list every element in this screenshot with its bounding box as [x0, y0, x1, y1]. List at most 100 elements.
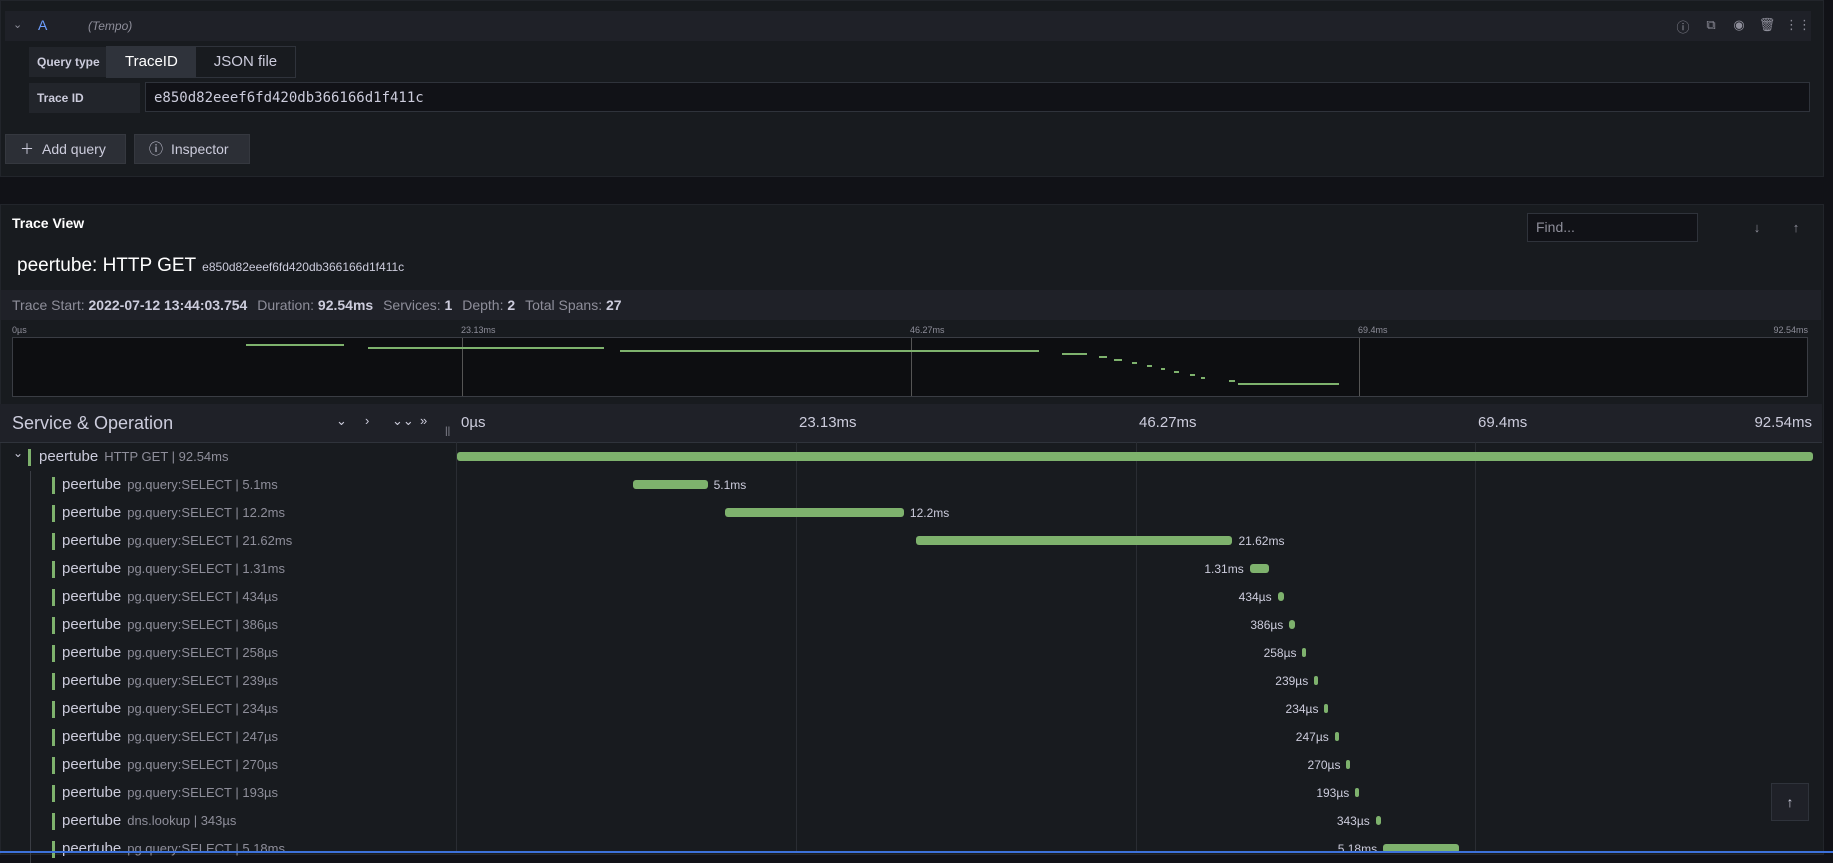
span-label[interactable]: peertube pg.query:SELECT | 247µs	[62, 728, 278, 745]
span-row[interactable]: peertube pg.query:SELECT | 1.31ms 1.31ms	[0, 555, 1822, 583]
trace-id-input[interactable]: e850d82eeef6fd420db366166d1f411c	[145, 82, 1810, 112]
collapse-chevron-icon[interactable]: ⌄	[13, 18, 22, 31]
span-label[interactable]: peertube pg.query:SELECT | 193µs	[62, 784, 278, 801]
span-row[interactable]: peertube pg.query:SELECT | 386µs 386µs	[0, 611, 1822, 639]
span-label[interactable]: peertube pg.query:SELECT | 5.1ms	[62, 476, 278, 493]
tree-guide-line	[30, 555, 31, 583]
span-label[interactable]: peertube dns.lookup | 343µs	[62, 812, 236, 829]
span-duration-label: 386µs	[1250, 618, 1284, 632]
expand-all-icon[interactable]: »	[420, 413, 427, 428]
arrow-down-icon[interactable]: ↓	[1747, 220, 1767, 235]
trace-minimap[interactable]	[12, 337, 1808, 397]
service-operation-header: Service & Operation	[12, 413, 174, 433]
span-label[interactable]: peertube pg.query:SELECT | 12.2ms	[62, 504, 285, 521]
span-bar[interactable]	[1249, 564, 1269, 573]
arrow-up-icon[interactable]: ↑	[1786, 220, 1806, 235]
span-label[interactable]: peertube pg.query:SELECT | 5.18ms	[62, 840, 285, 857]
span-label[interactable]: peertube pg.query:SELECT | 1.31ms	[62, 560, 285, 577]
span-label[interactable]: peertube pg.query:SELECT | 386µs	[62, 616, 278, 633]
scroll-to-top-button[interactable]: ↑	[1771, 783, 1809, 821]
total-spans-value: 27	[606, 297, 622, 313]
span-operation: pg.query:SELECT | 258µs	[127, 645, 279, 660]
span-label[interactable]: peertube pg.query:SELECT | 21.62ms	[62, 532, 292, 549]
span-bar[interactable]	[725, 508, 904, 517]
span-row[interactable]: peertube pg.query:SELECT | 12.2ms 12.2ms	[0, 499, 1822, 527]
inspector-button[interactable]: ⓘ Inspector	[134, 134, 250, 164]
span-bar[interactable]	[1334, 732, 1339, 741]
span-service-name: peertube	[62, 532, 122, 549]
span-operation: pg.query:SELECT | 247µs	[127, 729, 279, 744]
span-bar[interactable]	[632, 480, 708, 489]
span-label[interactable]: peertube pg.query:SELECT | 270µs	[62, 756, 278, 773]
minimap-tick: 23.13ms	[461, 325, 496, 335]
minimap-span-bar	[1131, 362, 1137, 364]
add-query-button[interactable]: ＋ Add query	[5, 134, 126, 164]
help-icon[interactable]: ⓘ	[1673, 17, 1693, 36]
tree-guide-line	[30, 499, 31, 527]
span-row[interactable]: peertube pg.query:SELECT | 234µs 234µs	[0, 695, 1822, 723]
span-row[interactable]: peertube pg.query:SELECT | 258µs 258µs	[0, 639, 1822, 667]
span-service-name: peertube	[62, 784, 122, 801]
span-label[interactable]: peertube pg.query:SELECT | 434µs	[62, 588, 278, 605]
span-row[interactable]: peertube pg.query:SELECT | 434µs 434µs	[0, 583, 1822, 611]
span-row[interactable]: ⌄ peertube HTTP GET | 92.54ms	[0, 443, 1822, 471]
query-ref-id[interactable]: A	[38, 17, 47, 33]
span-label[interactable]: peertube pg.query:SELECT | 234µs	[62, 700, 278, 717]
span-duration-label: 5.1ms	[713, 478, 747, 492]
span-row[interactable]: peertube pg.query:SELECT | 193µs 193µs	[0, 779, 1822, 807]
span-bar[interactable]	[1355, 788, 1360, 797]
plus-icon: ＋	[20, 141, 34, 157]
span-bar[interactable]	[1375, 816, 1381, 825]
service-color-marker	[52, 673, 55, 690]
services-value: 1	[444, 297, 453, 313]
span-duration-label: 343µs	[1336, 814, 1370, 828]
span-label[interactable]: peertube HTTP GET | 92.54ms	[39, 448, 229, 465]
query-type-json-file[interactable]: JSON file	[196, 47, 295, 77]
span-row[interactable]: peertube pg.query:SELECT | 270µs 270µs	[0, 751, 1822, 779]
eye-icon[interactable]: ◉	[1729, 17, 1749, 36]
span-bar[interactable]	[1324, 704, 1329, 713]
span-bar[interactable]	[1346, 760, 1351, 769]
collapse-all-icon[interactable]: ⌄⌄	[392, 413, 414, 429]
expand-one-icon[interactable]: ›	[365, 413, 369, 428]
span-label[interactable]: peertube pg.query:SELECT | 239µs	[62, 672, 278, 689]
tree-guide-line	[30, 695, 31, 723]
span-bar[interactable]	[1277, 592, 1284, 601]
span-bar[interactable]	[915, 536, 1233, 545]
trace-title: peertube: HTTP GET	[17, 255, 197, 276]
query-row-header[interactable]: ⌄ A (Tempo) ⓘ ⧉ ◉ 🗑 ⋮⋮	[5, 11, 1811, 41]
tree-guide-line	[30, 583, 31, 611]
duplicate-icon[interactable]: ⧉	[1701, 17, 1721, 36]
span-label[interactable]: peertube pg.query:SELECT | 258µs	[62, 644, 278, 661]
trash-icon[interactable]: 🗑	[1757, 17, 1777, 36]
find-input[interactable]: Find...	[1527, 213, 1698, 242]
collapse-one-icon[interactable]: ⌄	[336, 413, 347, 429]
expand-chevron-icon[interactable]: ⌄	[13, 446, 23, 460]
span-bar[interactable]	[457, 452, 1813, 461]
span-operation: pg.query:SELECT | 239µs	[127, 673, 279, 688]
span-row[interactable]: peertube pg.query:SELECT | 5.1ms 5.1ms	[0, 471, 1822, 499]
drag-handle-icon[interactable]: ⋮⋮	[1785, 17, 1811, 36]
minimap-span-bar	[1174, 371, 1179, 373]
span-duration-label: 270µs	[1307, 758, 1341, 772]
span-row[interactable]: peertube pg.query:SELECT | 21.62ms 21.62ms	[0, 527, 1822, 555]
span-bar[interactable]	[1302, 648, 1307, 657]
tree-guide-line	[30, 527, 31, 555]
span-bar[interactable]	[1289, 620, 1295, 629]
query-type-selector[interactable]: TraceID JSON file	[106, 46, 297, 78]
span-operation: pg.query:SELECT | 21.62ms	[127, 533, 293, 548]
span-operation: HTTP GET | 92.54ms	[104, 449, 229, 464]
column-resizer[interactable]: ||	[445, 426, 450, 437]
span-row[interactable]: peertube pg.query:SELECT | 239µs 239µs	[0, 667, 1822, 695]
service-color-marker	[52, 589, 55, 606]
tree-guide-line	[30, 807, 31, 835]
service-color-marker	[52, 533, 55, 550]
query-type-traceid[interactable]: TraceID	[107, 47, 196, 77]
span-row[interactable]: peertube pg.query:SELECT | 5.18ms 5.18ms	[0, 835, 1822, 863]
tree-guide-line	[30, 667, 31, 695]
minimap-tick: 92.54ms	[1773, 325, 1808, 335]
span-bar[interactable]	[1314, 676, 1319, 685]
panel-title: Trace View	[12, 215, 85, 231]
span-row[interactable]: peertube pg.query:SELECT | 247µs 247µs	[0, 723, 1822, 751]
span-row[interactable]: peertube dns.lookup | 343µs 343µs	[0, 807, 1822, 835]
